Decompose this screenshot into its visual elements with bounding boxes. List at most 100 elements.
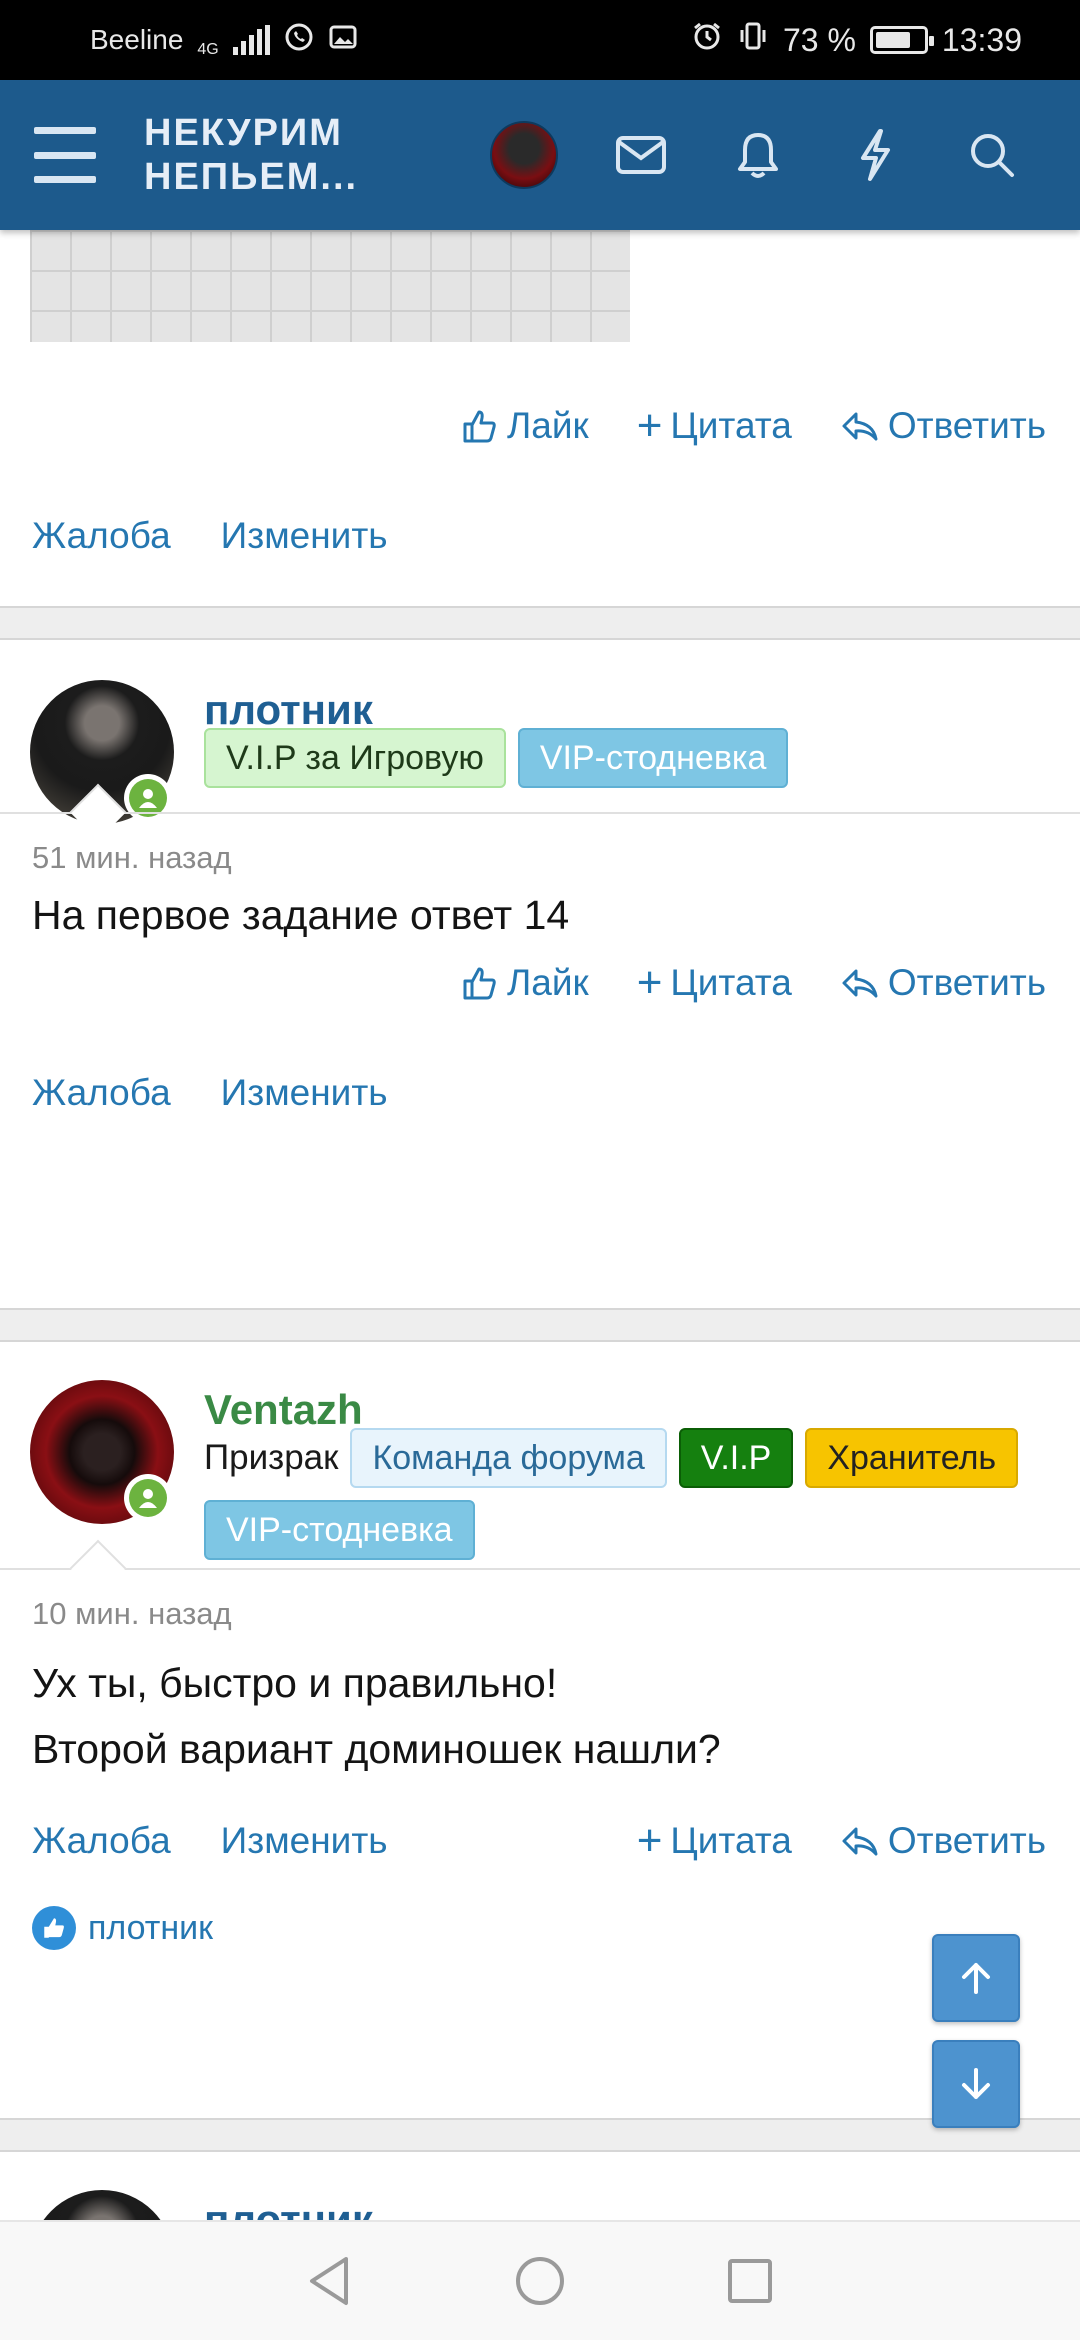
likes-summary[interactable]: плотник [32, 1906, 213, 1950]
menu-icon[interactable] [30, 125, 100, 185]
whats-new-button[interactable] [816, 105, 933, 205]
bell-icon [737, 133, 778, 178]
attached-image[interactable] [30, 230, 630, 342]
whatsapp-icon [284, 22, 314, 59]
clock: 13:39 [941, 21, 1022, 58]
reply-button[interactable]: Ответить [840, 1820, 1046, 1862]
post-plotnik-2: плотник [0, 2154, 1080, 2220]
search-icon [970, 134, 1014, 177]
plus-icon: + [636, 401, 663, 450]
home-icon[interactable] [514, 2255, 566, 2307]
system-nav-bar [0, 2220, 1080, 2340]
like-badge-icon [32, 1906, 76, 1950]
carrier-name: Beeline [90, 24, 184, 55]
post-separator [0, 606, 1080, 640]
scroll-top-button[interactable] [932, 1934, 1020, 2022]
quote-button[interactable]: + Цитата [637, 1819, 792, 1863]
status-bar: Beeline 4G 73 % 13:39 [0, 0, 1080, 80]
quote-button[interactable]: + Цитата [636, 958, 792, 1007]
report-link[interactable]: Жалоба [32, 515, 171, 557]
arrow-up-icon [962, 1963, 990, 1994]
post-header-divider [0, 812, 1080, 814]
report-link[interactable]: Жалоба [32, 1072, 171, 1114]
avatar [489, 121, 558, 189]
edit-link[interactable]: Изменить [221, 1072, 388, 1114]
like-label: Лайк [506, 405, 589, 446]
scroll-bottom-button[interactable] [932, 2040, 1020, 2128]
username[interactable]: Ventazh [204, 1386, 363, 1434]
reply-label: Ответить [887, 1820, 1046, 1861]
message-line: Второй вариант доминошек нашли? [32, 1726, 721, 1772]
post-actions: Лайк + Цитата Ответить [459, 958, 1046, 1007]
badge[interactable]: Хранитель [805, 1428, 1019, 1488]
report-link[interactable]: Жалоба [32, 1820, 171, 1862]
post-message: Ух ты, быстро и правильно! Второй вариан… [32, 1650, 721, 1782]
account-button[interactable] [465, 105, 582, 205]
gallery-notification-icon [328, 22, 358, 59]
user-icon [139, 1489, 157, 1508]
quote-button[interactable]: + Цитата [636, 401, 792, 450]
post-timestamp[interactable]: 10 мин. назад [32, 1596, 232, 1632]
reply-icon [842, 412, 878, 441]
reply-button[interactable]: Ответить [840, 405, 1046, 447]
inbox-button[interactable] [582, 105, 699, 205]
reply-button[interactable]: Ответить [840, 962, 1046, 1004]
username[interactable]: плотник [204, 2196, 373, 2220]
site-logo[interactable]: НЕКУРИМ НЕПЬЕМ... [144, 111, 358, 199]
alarm-icon [691, 20, 723, 60]
reply-icon [842, 969, 878, 998]
post-actions: + Цитата Ответить [637, 1819, 1046, 1863]
lightning-icon [860, 129, 890, 181]
user-rank: Призрак [204, 1438, 339, 1477]
post-separator [0, 2118, 1080, 2152]
quote-label: Цитата [670, 405, 792, 446]
vibrate-icon [737, 20, 769, 60]
user-avatar[interactable] [30, 1380, 174, 1524]
recents-icon[interactable] [726, 2257, 774, 2305]
alerts-button[interactable] [699, 105, 816, 205]
back-icon[interactable] [306, 2255, 354, 2307]
user-avatar[interactable] [30, 2190, 174, 2220]
logo-line-1: НЕКУРИМ [144, 112, 343, 154]
thumbs-up-icon [463, 967, 496, 1000]
user-icon [139, 789, 157, 808]
reply-label: Ответить [887, 405, 1046, 446]
plus-icon: + [636, 958, 663, 1007]
post-footer-links: Жалоба Изменить [32, 1072, 388, 1114]
post-header-divider [0, 1568, 1080, 1570]
user-badges: Призрак Команда форума V.I.P Хранитель V… [204, 1428, 1024, 1560]
badge[interactable]: V.I.P [678, 1428, 794, 1488]
post-separator [0, 1308, 1080, 1342]
user-badges: V.I.P за Игровую VIP-стодневка [204, 728, 1024, 788]
network-type: 4G [197, 41, 219, 58]
signal-icon [232, 25, 270, 55]
reply-label: Ответить [887, 962, 1046, 1003]
search-button[interactable] [933, 105, 1050, 205]
edit-link[interactable]: Изменить [221, 1820, 388, 1862]
username[interactable]: плотник [204, 686, 373, 734]
post-footer-links: Жалоба Изменить [32, 515, 388, 557]
badge[interactable]: VIP-стодневка [204, 1500, 475, 1560]
battery-icon [869, 26, 934, 54]
battery-percent: 73 % [782, 21, 856, 58]
post-message: На первое задание ответ 14 [32, 892, 570, 938]
thumbs-up-icon [463, 410, 496, 443]
envelope-icon [615, 136, 666, 174]
post-timestamp[interactable]: 51 мин. назад [32, 840, 232, 876]
liked-by-user[interactable]: плотник [88, 1909, 213, 1948]
quote-label: Цитата [670, 1820, 792, 1861]
message-line: Ух ты, быстро и правильно! [32, 1660, 558, 1706]
arrow-down-icon [962, 2068, 990, 2099]
divider-notch [69, 1539, 127, 1597]
badge[interactable]: VIP-стодневка [517, 728, 789, 788]
quote-label: Цитата [670, 962, 792, 1003]
like-button[interactable]: Лайк [459, 962, 589, 1004]
online-indicator [124, 774, 172, 822]
badge[interactable]: Команда форума [350, 1428, 667, 1488]
like-button[interactable]: Лайк [459, 405, 589, 447]
like-label: Лайк [506, 962, 589, 1003]
edit-link[interactable]: Изменить [221, 515, 388, 557]
badge[interactable]: V.I.P за Игровую [204, 728, 506, 788]
app-header: НЕКУРИМ НЕПЬЕМ... [0, 80, 1080, 230]
post-footer-links: Жалоба Изменить [32, 1820, 388, 1862]
